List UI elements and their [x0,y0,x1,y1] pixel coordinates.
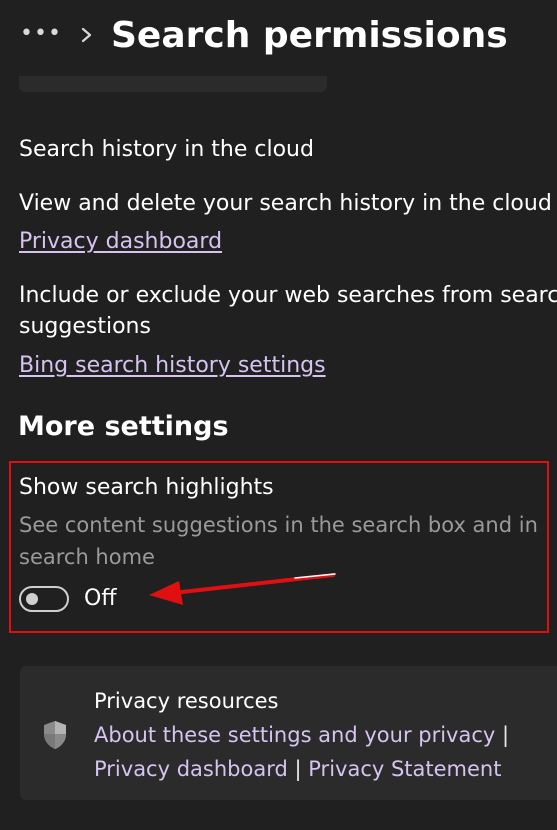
privacy-resources-line1: About these settings and your privacy | [94,720,509,751]
page-header: ••• Search permissions [0,0,557,76]
privacy-resources-line2: Privacy dashboard | Privacy Statement [94,754,501,785]
highlights-description-line1: See content suggestions in the search bo… [19,513,538,537]
link-separator: | [502,723,510,747]
include-exclude-text-line1: Include or exclude your web searches fro… [19,283,557,308]
toggle-state-label: Off [84,586,117,611]
highlights-description-line2: search home [19,545,155,569]
shield-icon [44,721,66,749]
include-exclude-text-line2: suggestions [19,314,151,339]
about-settings-privacy-link[interactable]: About these settings and your privacy [94,723,495,747]
chevron-right-icon[interactable] [78,22,96,48]
search-history-heading: Search history in the cloud [19,137,314,162]
more-dots-icon[interactable]: ••• [20,22,61,46]
bing-search-history-settings-link[interactable]: Bing search history settings [19,350,326,381]
more-settings-title: More settings [18,411,229,442]
view-delete-text: View and delete your search history in t… [19,191,552,216]
privacy-resources-title: Privacy resources [94,689,279,713]
link-separator: | [294,757,302,781]
page-title: Search permissions [111,15,508,56]
search-highlights-toggle[interactable] [19,586,69,612]
privacy-statement-link[interactable]: Privacy Statement [308,757,501,781]
toggle-knob [26,593,38,605]
show-search-highlights-label: Show search highlights [19,475,274,500]
privacy-dashboard-link[interactable]: Privacy dashboard [19,226,222,257]
resources-privacy-dashboard-link[interactable]: Privacy dashboard [94,757,288,781]
annotation-arrow-icon [149,573,336,605]
